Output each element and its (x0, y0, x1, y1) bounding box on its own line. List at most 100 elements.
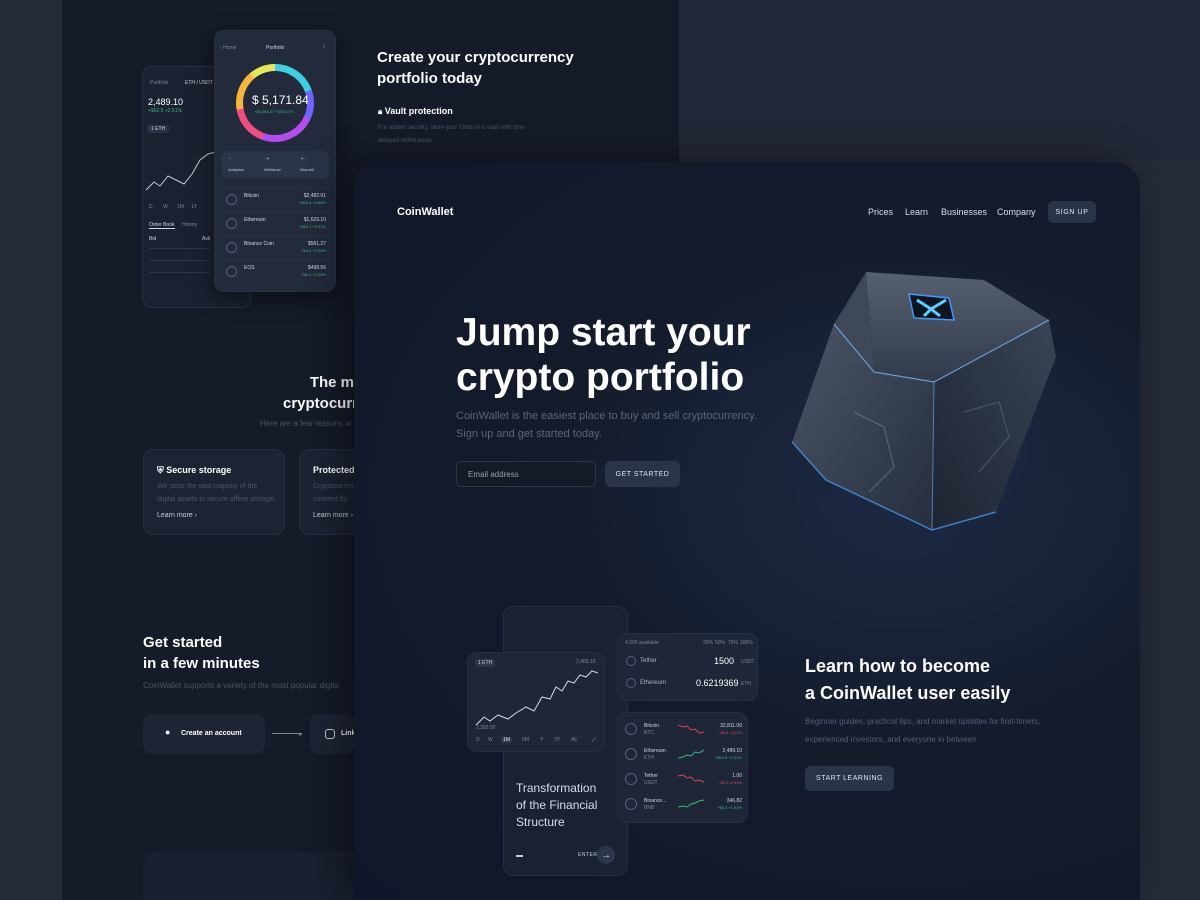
nav-businesses[interactable]: Businesses (941, 207, 987, 217)
signup-button[interactable]: SIGN UP (1048, 201, 1096, 223)
coin-ticker: BNB (644, 805, 655, 811)
phone-col-bid: Bid (149, 236, 157, 242)
pct-75[interactable]: 75% (728, 640, 738, 646)
phone-price: 2,489.10 (148, 97, 184, 107)
pct-50[interactable]: 50% (715, 640, 725, 646)
timeframe-y[interactable]: Y (540, 737, 543, 743)
phone-tab-history[interactable]: History (182, 222, 198, 228)
tether-icon (625, 773, 637, 785)
bitcoin-icon (625, 723, 637, 735)
learn-subtitle: Beginner guides, practical tips, and mar… (805, 717, 1041, 744)
chart-value: 2,489.10 (576, 659, 596, 665)
binance-coin-icon (226, 242, 237, 253)
nav-learn[interactable]: Learn (905, 207, 928, 217)
phone-timeframe-3[interactable]: 1Y (191, 204, 197, 210)
nav-prices[interactable]: Prices (868, 207, 893, 217)
get-started-line: in a few minutes (143, 655, 260, 672)
coin-value: $1,629.10 (303, 217, 326, 223)
timeframe-1m[interactable]: 1M (501, 737, 512, 743)
coin-value: 2,489.10 (722, 748, 742, 754)
learn-heading: Learn how to become a CoinWallet user ea… (805, 653, 1010, 707)
timeframe-d[interactable]: D (476, 737, 480, 743)
order-row-divider (149, 272, 209, 273)
coin-list-row[interactable]: Binance... BNB 346.82 +$6.3 +1.92% (618, 792, 749, 817)
coin-name: Ethereum (244, 217, 266, 223)
coin-name: Bitcoin (244, 193, 260, 199)
portfolio-balance-change: +$3,384.37 +653.67% (254, 109, 294, 114)
timeframe-w[interactable]: W (488, 737, 493, 743)
enter-label: ENTER (578, 852, 598, 858)
brand-logo[interactable]: CoinWallet (397, 206, 453, 218)
timeframe-3y[interactable]: 3Y (554, 737, 560, 743)
nav-company[interactable]: Company (997, 207, 1036, 217)
vault-text-line: delayed withdrawals. (378, 138, 434, 144)
action-withdraw[interactable]: Withdraw (264, 167, 281, 172)
vault-protection-label: Vault protection (384, 106, 453, 116)
phone-col-ask: Ask (202, 236, 211, 242)
bottom-card-stub (143, 852, 354, 900)
coin-row[interactable]: Ethereum $1,629.10 +$16.1 +3.31% (222, 212, 330, 234)
slide-indicator (516, 855, 523, 857)
front-landing-page: CoinWallet Prices Learn Businesses Compa… (354, 162, 1140, 900)
coin-row[interactable]: Binance Coin $561.27 +$4.6 +3.06% (222, 236, 330, 258)
hero-subtitle: CoinWallet is the easiest place to buy a… (456, 410, 757, 440)
phone-home-link[interactable]: ‹ Home (220, 45, 236, 51)
coin-change: +$16.1 +3.31% (298, 224, 326, 229)
feature-text: Cryptocurren is covered by (313, 483, 354, 503)
coin-list-row[interactable]: Bitcoin BTC 32,811.00 -$6.5 -3.21% (618, 717, 749, 742)
phone-home-label: Home (223, 45, 237, 51)
learn-more-link[interactable]: Learn more › (313, 512, 353, 519)
coin-list-row[interactable]: Ethereum ETH 2,489.10 +$62.5 +2.51% (618, 742, 749, 767)
phone-timeframe-0[interactable]: D (149, 204, 153, 210)
coin-row[interactable]: EOS $498.56 +$1.4 +2.36% (222, 260, 330, 282)
feature-text: We store the vast majority of the digita… (157, 483, 276, 503)
learn-more-link[interactable]: Learn more › (157, 512, 197, 519)
coin-ticker: BTC (644, 730, 654, 736)
convert-card: 4,000 available 25% 50% 75% 100% Tether … (617, 633, 758, 701)
phone-line-chart (146, 151, 216, 191)
phone-tab-order-book[interactable]: Order Book (149, 222, 175, 229)
binance-coin-icon (625, 798, 637, 810)
share-icon[interactable]: ⇪ (322, 44, 326, 50)
most-heading-line: The m (309, 374, 354, 391)
create-account-label: Create an account (181, 730, 242, 737)
phone-timeframe-1[interactable]: W (163, 204, 168, 210)
start-learning-button[interactable]: START LEARNING (805, 766, 894, 791)
shield-icon: ⛨ (157, 465, 164, 475)
convert-coin[interactable]: Ethereum (640, 680, 666, 686)
hero-title: Jump start your crypto portfolio (456, 310, 751, 400)
timeframe-6m[interactable]: 6M (522, 737, 529, 743)
feature-card-secure-storage: ⛨ Secure storage We store the vast major… (143, 449, 285, 535)
action-deposit[interactable]: Deposit (300, 167, 314, 172)
coin-change: -$6.5 -3.21% (719, 730, 742, 735)
action-analytics[interactable]: Analytics (228, 167, 244, 172)
coin-change: +$23.6 +3.86% (298, 200, 326, 205)
crystal-cube-illustration (784, 272, 1074, 542)
email-input[interactable] (456, 461, 596, 487)
ethereum-icon (625, 748, 637, 760)
pct-100[interactable]: 100% (740, 640, 753, 646)
coin-row[interactable]: Bitcoin $2,482.91 +$23.6 +3.86% (222, 188, 330, 210)
learn-more-label: Learn more (313, 512, 349, 519)
chart-timeframe-row: D W 1M 6M Y 3Y All ⤢ (468, 737, 606, 749)
most-trusted-subtitle: Here are a few reasons w (260, 419, 352, 428)
most-trusted-heading: The m cryptocurr (283, 372, 354, 414)
sparkline-down (678, 774, 704, 783)
chevron-right-icon: › (350, 512, 354, 519)
coin-list-row[interactable]: Tether USDT 1.00 -$0.0 -0.01% (618, 767, 749, 792)
expand-icon[interactable]: ⤢ (592, 737, 596, 743)
eos-icon (226, 266, 237, 277)
timeframe-all[interactable]: All (571, 737, 577, 743)
get-started-button[interactable]: GET STARTED (605, 461, 680, 487)
phone-timeframe-2[interactable]: 1M (177, 204, 184, 210)
pct-25[interactable]: 25% (703, 640, 713, 646)
tether-icon (626, 656, 636, 666)
coin-ticker: ETH (644, 755, 654, 761)
convert-coin[interactable]: Tether (640, 658, 657, 664)
sparkline-up (678, 749, 704, 759)
coin-list-card: Bitcoin BTC 32,811.00 -$6.5 -3.21% Ether… (617, 712, 748, 823)
vault-protection-text: For added security, store your funds in … (378, 122, 525, 148)
coin-name: Ethereum (644, 748, 666, 754)
coin-name: Binance... (644, 798, 667, 804)
arrow-right-icon[interactable]: → (597, 846, 615, 864)
